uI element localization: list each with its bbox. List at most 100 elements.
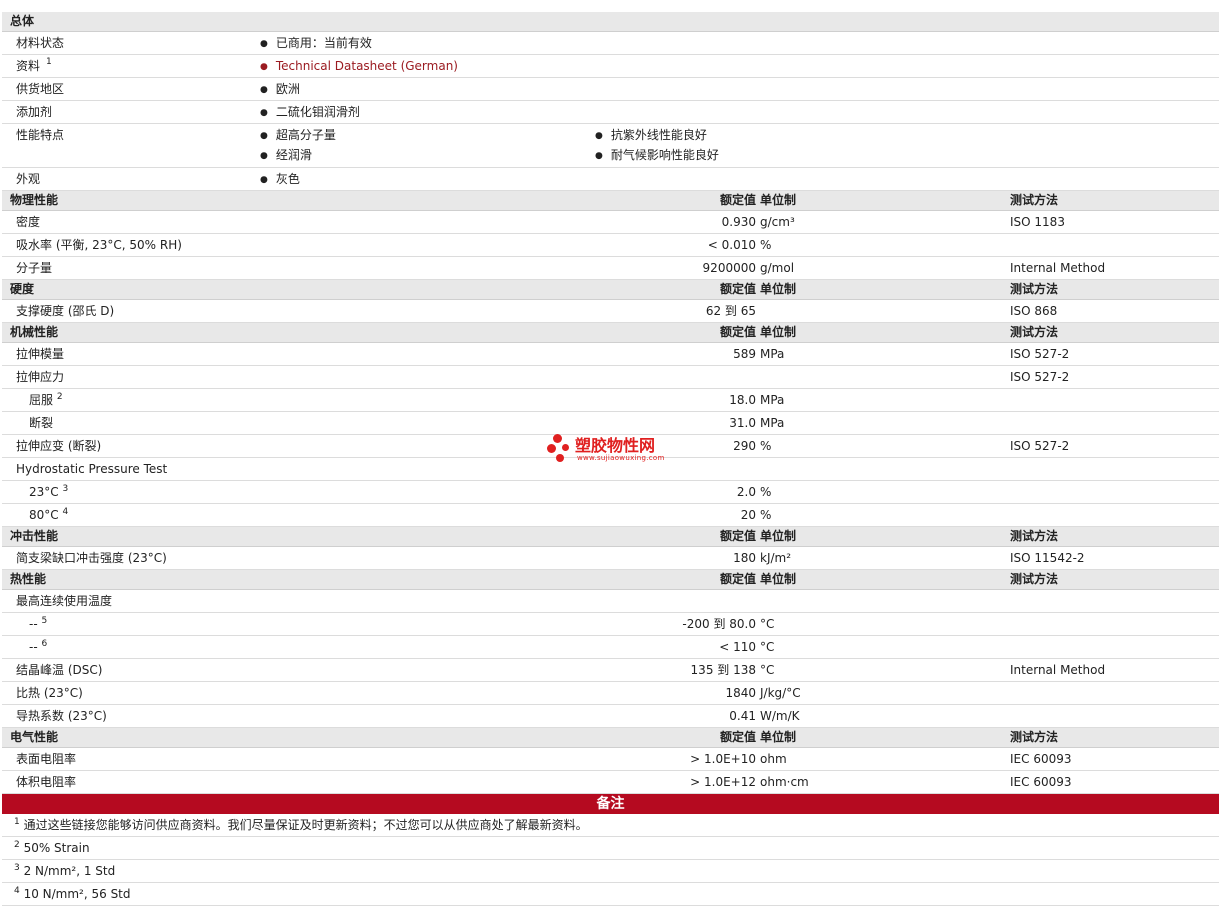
bullet-item: 已商用：当前有效	[260, 32, 372, 56]
property-label: 比热 (23°C)	[16, 682, 83, 704]
property-sections: 物理性能 额定值 单位制 测试方法 密度 0.930 g/cm³ ISO 1183 吸水率 (平…	[2, 191, 1219, 794]
section-title: 总体	[10, 14, 35, 28]
header-unit: 单位制	[760, 572, 797, 586]
header-unit: 单位制	[760, 730, 797, 744]
property-label: 断裂	[29, 412, 53, 434]
property-label-text: 80°C	[29, 508, 59, 522]
property-label: -- 5	[29, 613, 47, 635]
note-row: 1 通过这些链接您能够访问供应商资料。我们尽量保证及时更新资料；不过您可以从供应…	[2, 814, 1219, 837]
general-row: 资料1Technical Datasheet (German)	[2, 55, 1219, 78]
section-title: 电气性能	[10, 730, 59, 744]
note-text: 50% Strain	[23, 841, 90, 855]
test-method: IEC 60093	[1010, 775, 1072, 789]
footnote-number: 1	[14, 817, 20, 827]
header-value: 额定值	[719, 282, 756, 296]
property-label: 外观	[16, 172, 41, 186]
section-header: 硬度 额定值 单位制 测试方法	[2, 280, 1219, 300]
section-title: 冲击性能	[10, 529, 59, 543]
property-value: 290	[733, 439, 756, 453]
header-value: 额定值	[719, 572, 756, 586]
property-label-text: 23°C	[29, 485, 59, 499]
property-label-text: 最高连续使用温度	[16, 594, 113, 608]
note-text-wrap: 3 2 N/mm², 1 Std	[14, 860, 115, 882]
property-label: 供货地区	[16, 82, 65, 96]
property-value: > 1.0E+10	[690, 752, 756, 766]
property-row: 简支梁缺口冲击强度 (23°C) 180 kJ/m² ISO 11542-2	[2, 547, 1219, 570]
test-method: ISO 1183	[1010, 215, 1065, 229]
header-method: 测试方法	[1010, 730, 1059, 744]
property-unit: W/m/K	[760, 709, 800, 723]
watermark-name: 塑胶物性网	[575, 436, 656, 455]
watermark-url: www.sujiaowuxing.com	[577, 454, 665, 462]
footnote-ref: 6	[41, 639, 48, 649]
note-text: 10 N/mm², 56 Std	[23, 887, 131, 901]
property-unit: °C	[760, 617, 775, 631]
property-value: 62 到 65	[705, 304, 756, 318]
bullet-item: 经润滑	[260, 144, 312, 168]
section-title: 硬度	[10, 282, 35, 296]
general-row: 添加剂 二硫化钼润滑剂	[2, 101, 1219, 124]
note-text-wrap: 4 10 N/mm², 56 Std	[14, 883, 131, 905]
property-unit: g/cm³	[760, 215, 795, 229]
property-row: 拉伸应力 ISO 527-2	[2, 366, 1219, 389]
test-method: ISO 527-2	[1010, 347, 1070, 361]
footnote-ref: 3	[62, 484, 69, 494]
property-unit: %	[760, 439, 772, 453]
general-row: 性能特点超高分子量抗紫外线性能良好经润滑耐气候影响性能良好	[2, 124, 1219, 168]
section-header: 电气性能 额定值 单位制 测试方法	[2, 728, 1219, 748]
datasheet-link[interactable]: Technical Datasheet (German)	[260, 55, 458, 79]
general-row: 供货地区 欧洲	[2, 78, 1219, 101]
bullet-item: 耐气候影响性能良好	[595, 144, 719, 168]
property-value: < 0.010	[707, 238, 756, 252]
footnote-number: 4	[14, 886, 20, 896]
property-label-text: 结晶峰温 (DSC)	[16, 663, 103, 677]
property-row: -- 6 < 110 °C	[2, 636, 1219, 659]
property-unit: %	[760, 485, 772, 499]
property-row: 吸水率 (平衡, 23°C, 50% RH) < 0.010%	[2, 234, 1219, 257]
note-text: 2 N/mm², 1 Std	[23, 864, 116, 878]
note-row: 2 50% Strain	[2, 837, 1219, 860]
property-row: -- 5 -200 到 80.0 °C	[2, 613, 1219, 636]
property-label: 导热系数 (23°C)	[16, 705, 107, 727]
note-text: 通过这些链接您能够访问供应商资料。我们尽量保证及时更新资料；不过您可以从供应商处…	[23, 818, 588, 832]
property-label-text: 表面电阻率	[16, 752, 77, 766]
property-value: 20	[740, 508, 756, 522]
test-method: ISO 527-2	[1010, 370, 1070, 384]
footnote-number: 2	[14, 840, 20, 850]
property-row: 比热 (23°C) 1840 J/kg/°C	[2, 682, 1219, 705]
property-label: 材料状态	[16, 36, 65, 50]
property-value: 0.41	[729, 709, 756, 723]
property-unit: g/mol	[760, 261, 795, 275]
test-method: ISO 11542-2	[1010, 551, 1085, 565]
test-method: Internal Method	[1010, 663, 1106, 677]
property-unit: °C	[760, 640, 775, 654]
property-label: 80°C 4	[29, 504, 68, 526]
test-method: IEC 60093	[1010, 752, 1072, 766]
note-row: 3 2 N/mm², 1 Std	[2, 860, 1219, 883]
header-value: 额定值	[719, 730, 756, 744]
note-text-wrap: 1 通过这些链接您能够访问供应商资料。我们尽量保证及时更新资料；不过您可以从供应…	[14, 814, 588, 836]
property-value: 1840	[725, 686, 756, 700]
property-value: 9200000	[702, 261, 756, 275]
property-value: 18.0	[729, 393, 756, 407]
section-header: 物理性能 额定值 单位制 测试方法	[2, 191, 1219, 211]
property-label: 分子量	[16, 257, 52, 279]
footnote-number: 3	[14, 863, 20, 873]
header-unit: 单位制	[760, 325, 797, 339]
header-unit: 单位制	[760, 193, 797, 207]
section-title: 热性能	[10, 572, 47, 586]
property-label: 拉伸应力	[16, 366, 64, 388]
property-row: 导热系数 (23°C) 0.41 W/m/K	[2, 705, 1219, 728]
property-row: 体积电阻率 > 1.0E+12 ohm·cm IEC 60093	[2, 771, 1219, 794]
property-row: 表面电阻率 > 1.0E+10 ohm IEC 60093	[2, 748, 1219, 771]
header-method: 测试方法	[1010, 282, 1059, 296]
property-label: 最高连续使用温度	[16, 590, 112, 612]
property-row: 最高连续使用温度	[2, 590, 1219, 613]
property-label-text: 导热系数 (23°C)	[16, 709, 107, 723]
property-row: 屈服 2 18.0 MPa	[2, 389, 1219, 412]
property-label: Hydrostatic Pressure Test	[16, 458, 167, 480]
property-label: 结晶峰温 (DSC)	[16, 659, 102, 681]
property-unit: kJ/m²	[760, 551, 792, 565]
header-method: 测试方法	[1010, 193, 1059, 207]
footnote-ref: 2	[56, 392, 63, 402]
